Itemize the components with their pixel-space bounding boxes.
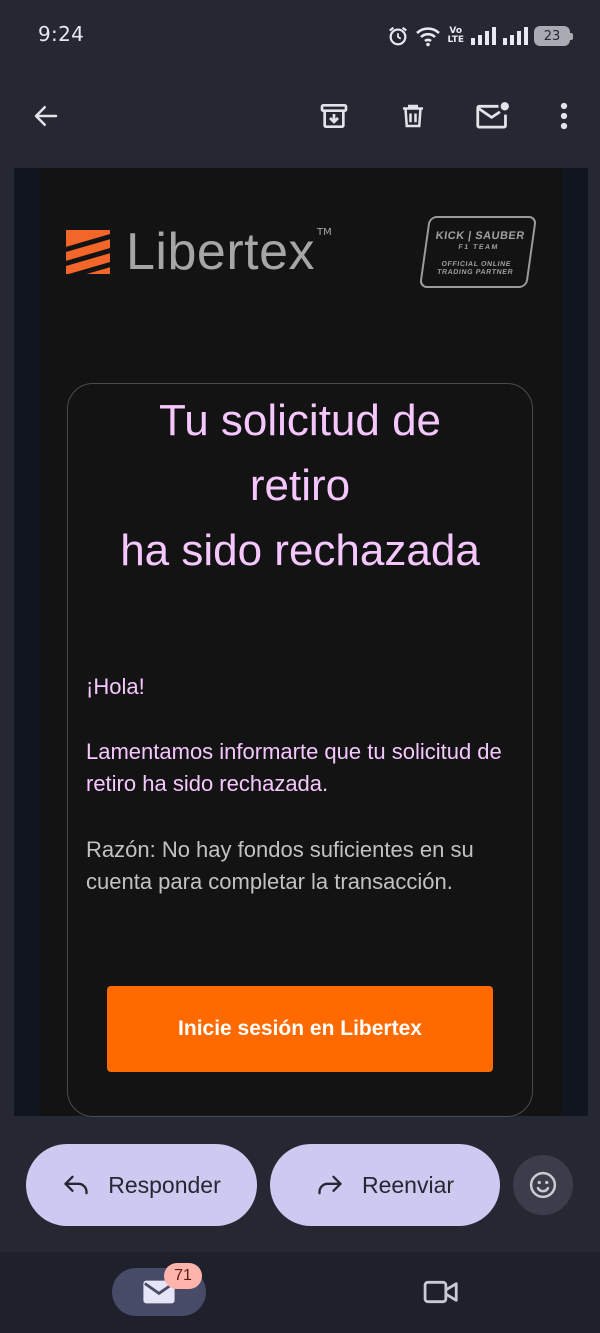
libertex-mark-icon: [66, 230, 110, 274]
archive-icon: [320, 104, 348, 128]
status-time: 9:24: [38, 22, 85, 46]
delete-icon: [403, 104, 423, 128]
status-bar: 9:24 Vo LTE 23: [0, 0, 600, 70]
email-title: Tu solicitud de retiro ha sido rechazada: [0, 388, 600, 583]
libertex-wordmark: Libertex: [126, 223, 315, 281]
unread-count-badge: 71: [164, 1263, 202, 1289]
meet-tab[interactable]: [415, 1272, 467, 1312]
email-title-line-1: Tu solicitud de: [158, 396, 442, 445]
mark-unread-button[interactable]: [465, 88, 521, 144]
emoji-reaction-button[interactable]: [513, 1155, 573, 1215]
more-options-button[interactable]: [536, 88, 592, 144]
bottom-navigation: 71: [0, 1252, 600, 1333]
reply-action-bar: Responder Reenviar: [0, 1118, 600, 1252]
reply-icon: [64, 1175, 88, 1195]
emoji-icon: [529, 1171, 557, 1199]
more-vert-icon: [560, 102, 568, 130]
back-button[interactable]: [18, 88, 74, 144]
back-arrow-icon: [34, 106, 58, 126]
mark-unread-icon: [476, 102, 509, 129]
reason-text: Razón: No hay fondos suficientes en su c…: [86, 837, 474, 894]
email-title-line-2: retiro: [249, 461, 351, 510]
greeting-text: ¡Hola!: [86, 674, 145, 699]
forward-button[interactable]: Reenviar: [270, 1144, 500, 1226]
partner-badge: KICK | SAUBER F1 TEAM OFFICIAL ONLINE TR…: [418, 216, 538, 288]
volte-indicator: Vo LTE: [447, 26, 464, 45]
login-button[interactable]: Inicie sesión en Libertex: [107, 986, 493, 1072]
signal-icon-2: [503, 27, 528, 45]
trademark-symbol: TM: [317, 226, 332, 238]
email-title-line-3: ha sido rechazada: [120, 526, 480, 575]
libertex-logo: Libertex TM: [66, 222, 332, 282]
forward-label: Reenviar: [361, 1171, 455, 1198]
archive-button[interactable]: [306, 88, 362, 144]
signal-icon-1: [471, 27, 496, 45]
delete-button[interactable]: [385, 88, 441, 144]
wifi-icon: [416, 27, 441, 47]
battery-level: 23: [543, 28, 561, 44]
forward-icon: [318, 1175, 342, 1195]
reply-button[interactable]: Responder: [26, 1144, 257, 1226]
email-toolbar: [0, 70, 600, 166]
alarm-icon: [389, 26, 408, 46]
body-text: Lamentamos informarte que tu solicitud d…: [86, 739, 502, 796]
status-icons: Vo LTE 23: [387, 22, 573, 50]
battery-indicator: 23: [534, 26, 573, 46]
video-camera-icon: [423, 1280, 458, 1304]
reply-label: Responder: [108, 1171, 221, 1198]
